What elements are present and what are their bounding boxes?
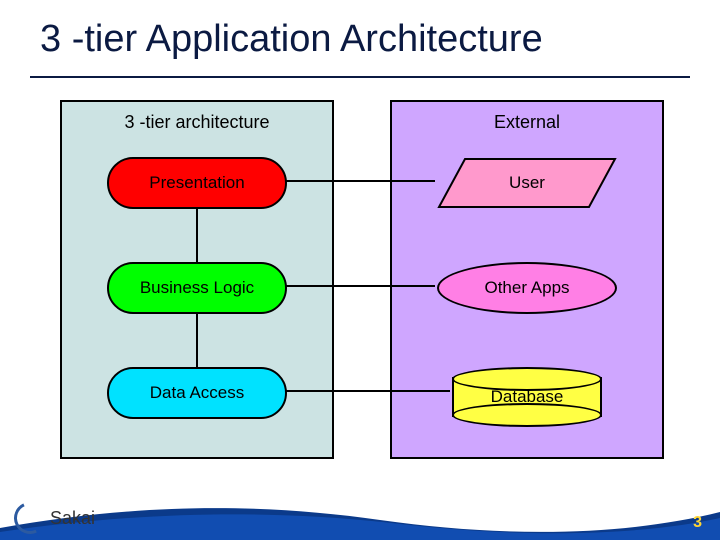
node-other-apps: Other Apps (437, 262, 617, 314)
node-business-logic: Business Logic (107, 262, 287, 314)
panel-3tier: 3 -tier architecture Presentation Busine… (60, 100, 334, 459)
node-database-label: Database (452, 367, 602, 427)
node-user: User (437, 157, 617, 209)
title-underline (30, 76, 690, 78)
node-data-access: Data Access (107, 367, 287, 419)
sakai-swirl-icon (9, 497, 50, 538)
connector-pres-to-biz (196, 209, 198, 262)
node-presentation: Presentation (107, 157, 287, 209)
slide-title: 3 -tier Application Architecture (40, 18, 543, 61)
sakai-logo: Sakai (14, 502, 95, 534)
node-database: Database (452, 367, 602, 427)
connector-data-database (285, 390, 450, 392)
architecture-diagram: 3 -tier architecture Presentation Busine… (60, 100, 660, 460)
panel-3tier-heading: 3 -tier architecture (62, 102, 332, 139)
panel-external-heading: External (392, 102, 662, 139)
connector-biz-to-data (196, 314, 198, 367)
panel-external: External User Other Apps Database (390, 100, 664, 459)
node-user-label: User (437, 157, 617, 209)
sakai-logo-text: Sakai (50, 508, 95, 529)
connector-presentation-user (285, 180, 435, 182)
connector-business-otherapps (285, 285, 435, 287)
page-number: 3 (693, 514, 702, 532)
footer-wave (0, 498, 720, 540)
slide: 3 -tier Application Architecture 3 -tier… (0, 0, 720, 540)
